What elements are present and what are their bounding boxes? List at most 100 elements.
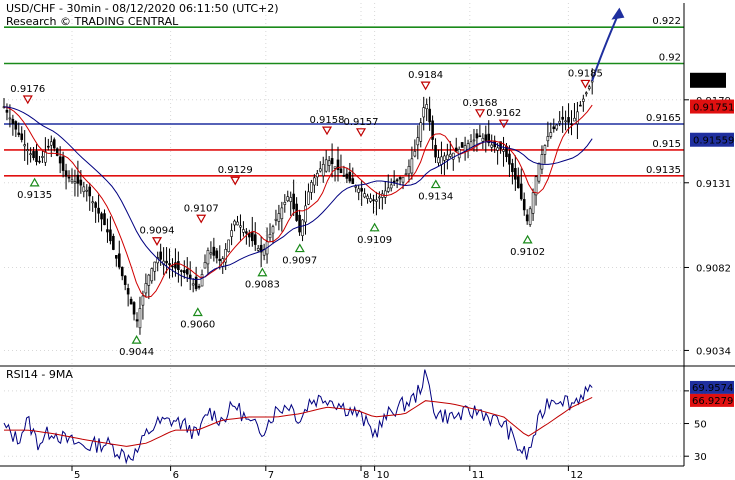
candle-body <box>321 164 325 177</box>
candle-body <box>91 201 94 204</box>
candle-body <box>168 263 171 266</box>
candle-body <box>298 214 301 233</box>
candle-body <box>372 199 375 202</box>
candle-body <box>64 170 68 177</box>
candle-body <box>351 178 355 184</box>
candle-body <box>522 199 526 211</box>
ma-price-value: 0.91751 <box>693 103 734 114</box>
candle-body <box>97 207 100 214</box>
swing-low-label: 0.9083 <box>245 280 280 291</box>
candle-body <box>209 252 213 255</box>
candle-body <box>517 176 520 189</box>
candle-body <box>85 189 89 192</box>
candle-body <box>233 220 236 226</box>
candle-body <box>528 208 532 225</box>
candle-body <box>147 274 151 286</box>
candle-body <box>135 319 139 322</box>
candle-body <box>35 150 38 163</box>
candle-body <box>404 173 408 176</box>
candle-body <box>165 260 168 264</box>
candle-body <box>316 173 319 178</box>
price-panel: 0.922 0.92 0.9165 0.915 0.9135 0.9176 0.9135 0… <box>2 2 734 366</box>
candle-body <box>416 137 420 146</box>
candle-body <box>570 123 573 126</box>
candle-body <box>398 177 402 180</box>
candle-body <box>109 229 112 242</box>
candle-body <box>333 166 337 169</box>
candle-body <box>579 104 582 107</box>
candle-body <box>94 202 97 208</box>
swing-high-label: 0.9185 <box>568 68 603 79</box>
candle-body <box>339 168 343 174</box>
candle-body <box>38 160 41 163</box>
candle-body <box>354 186 358 188</box>
candle-body <box>475 133 479 139</box>
rsi-value-label: 69.9574 <box>692 383 733 394</box>
candle-body <box>253 234 257 245</box>
candle-body <box>301 219 304 236</box>
candle-body <box>496 147 499 151</box>
candle-body <box>511 163 514 173</box>
candle-body <box>280 207 284 220</box>
candle-body <box>203 262 207 269</box>
swing-high-label: 0.9107 <box>184 203 219 214</box>
swing-high-label: 0.9158 <box>310 115 345 126</box>
rsi-tags: 69.9574 66.9279 <box>690 380 734 407</box>
chart-subtitle: Research © TRADING CENTRAL <box>6 15 179 28</box>
candle-body <box>307 191 310 205</box>
time-tick-label: 11 <box>472 470 485 480</box>
candle-body <box>26 149 29 151</box>
chart-title: USD/CHF - 30min - 08/12/2020 06:11:50 (U… <box>6 2 279 15</box>
candle-body <box>502 149 505 152</box>
candle-body <box>434 144 437 158</box>
last-price-value: 0.919 <box>694 77 726 88</box>
rsi-title: RSI14 - 9MA <box>6 368 73 381</box>
candle-body <box>177 261 180 271</box>
level-label: 0.9165 <box>646 113 681 124</box>
candle-body <box>61 156 65 171</box>
rsi-plot-area <box>4 368 684 465</box>
candle-body <box>271 226 275 234</box>
candle-body <box>14 121 18 130</box>
candle-body <box>327 160 331 166</box>
candle-body <box>437 157 440 164</box>
time-tick-label: 5 <box>74 470 80 480</box>
candle-body <box>422 107 426 118</box>
rsi-panel: RSI14 - 9MA 705030 69.957466.9279 <box>3 366 734 466</box>
candle-body <box>120 266 124 277</box>
candle-body <box>564 120 567 123</box>
candle-body <box>5 109 9 113</box>
candle-body <box>245 231 248 234</box>
candle-body <box>386 187 390 192</box>
candle-body <box>183 270 186 274</box>
time-tick-label: 6 <box>173 470 179 480</box>
candle-body <box>212 246 216 256</box>
candle-body <box>558 120 561 124</box>
rsi-tick-label: 50 <box>694 420 707 431</box>
swing-high-label: 0.9157 <box>344 117 379 128</box>
swing-high-label: 0.9129 <box>218 165 253 176</box>
candle-body <box>277 213 281 222</box>
candle-body <box>76 174 80 184</box>
swing-high-label: 0.9094 <box>140 226 175 237</box>
candle-body <box>248 233 251 238</box>
candle-body <box>32 151 35 159</box>
candle-body <box>567 117 570 123</box>
candle-body <box>587 86 591 89</box>
candle-body <box>357 188 360 193</box>
candle-body <box>330 158 334 165</box>
candle-body <box>537 163 541 182</box>
level-label: 0.922 <box>652 16 681 27</box>
candle-body <box>304 205 307 223</box>
candle-body <box>389 184 393 189</box>
candle-body <box>70 179 74 183</box>
time-tick-label: 8 <box>363 470 369 480</box>
candle-body <box>573 117 576 122</box>
candle-body <box>159 251 162 260</box>
candle-body <box>443 155 446 161</box>
swing-low-label: 0.9102 <box>510 247 545 258</box>
swing-high-label: 0.9176 <box>10 84 45 95</box>
price-tick-label: 0.9034 <box>696 346 731 357</box>
candle-body <box>236 221 239 226</box>
candle-body <box>123 275 127 285</box>
